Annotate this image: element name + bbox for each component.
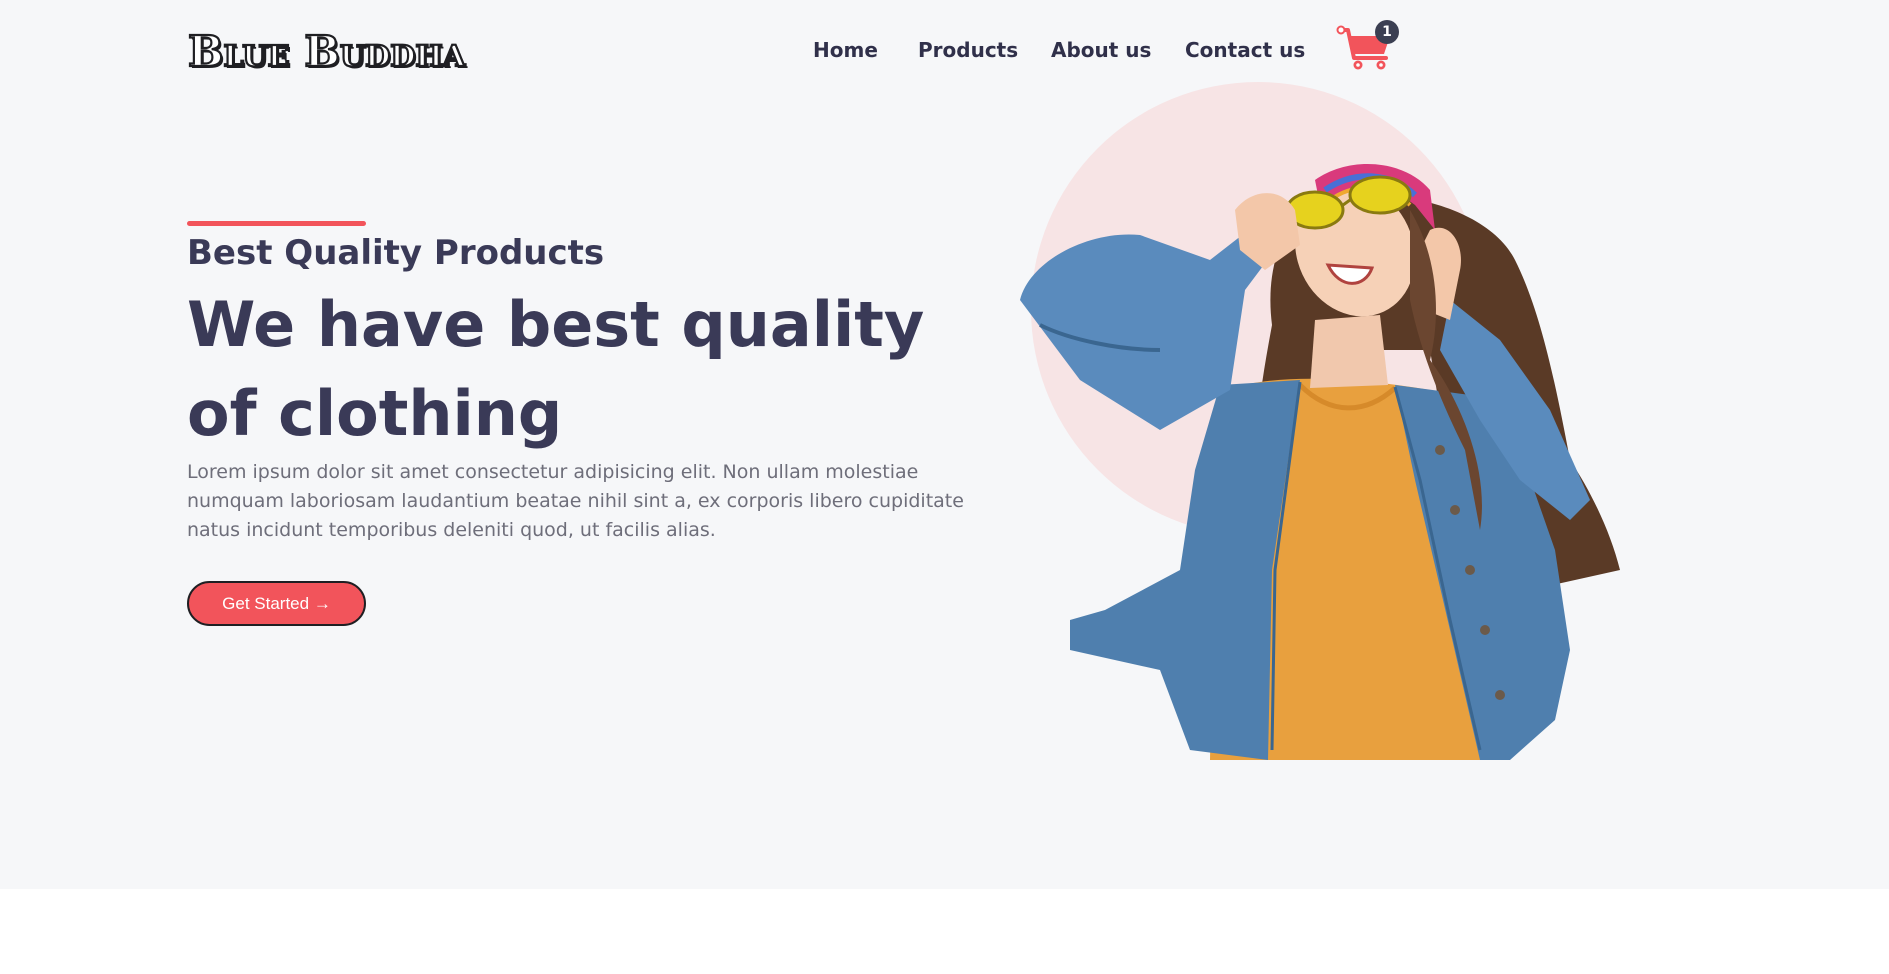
nav-products-link[interactable]: Products (918, 38, 1018, 62)
hero-description: Lorem ipsum dolor sit amet consectetur a… (187, 461, 964, 541)
nav-about-link[interactable]: About us (1051, 38, 1151, 62)
get-started-button[interactable]: Get Started → (187, 581, 366, 626)
accent-bar (187, 221, 366, 226)
hero-subtitle: Best Quality Products (187, 233, 605, 273)
cart-count-badge: 1 (1375, 20, 1399, 44)
nav-home-link[interactable]: Home (813, 38, 878, 62)
model-photo (1020, 163, 1620, 760)
hero-section: Blue Buddha Home Products About us Conta… (0, 0, 1889, 889)
hero-headline: We have best quality of clothing (187, 288, 925, 450)
nav-contact-link[interactable]: Contact us (1185, 38, 1305, 62)
brand-logo[interactable]: Blue Buddha (187, 26, 467, 76)
